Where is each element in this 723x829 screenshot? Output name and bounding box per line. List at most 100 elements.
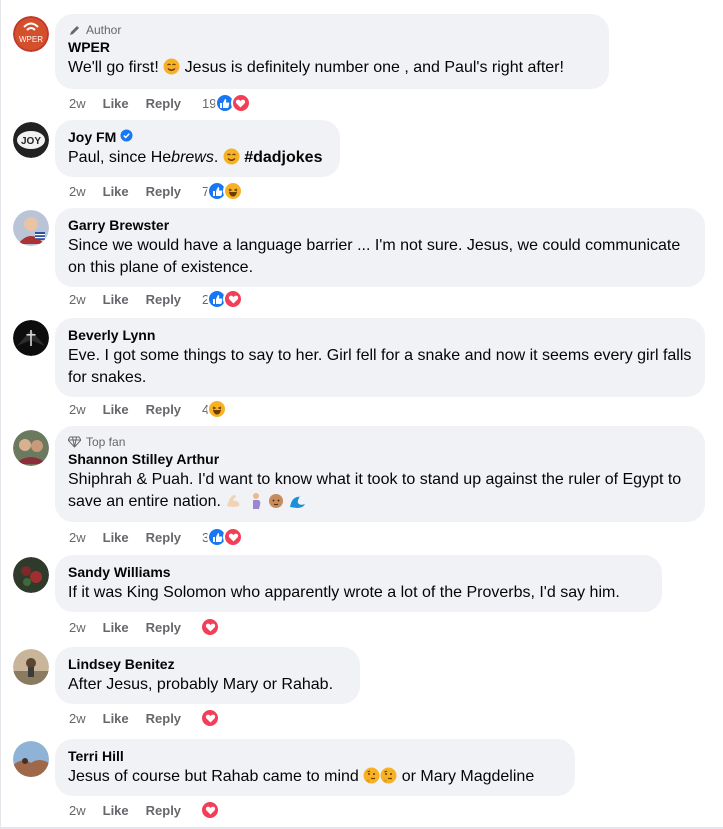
- comment-bubble: Garry Brewster Since we would have a lan…: [55, 208, 705, 287]
- comment-text: Shiphrah & Puah. I'd want to know what i…: [68, 469, 692, 516]
- love-reaction-icon: [223, 289, 244, 309]
- haha-reaction-icon: [207, 399, 228, 419]
- commenter-name[interactable]: WPER: [68, 38, 110, 56]
- comments-page: WPER Author WPER We'll go first! Jesus i…: [0, 0, 723, 829]
- avatar[interactable]: [13, 741, 49, 777]
- reaction-summary[interactable]: 4: [202, 399, 228, 419]
- reaction-summary[interactable]: 3: [202, 527, 244, 547]
- reaction-summary[interactable]: [200, 617, 221, 637]
- comment-text: If it was King Solomon who apparently wr…: [68, 584, 620, 601]
- comment-bubble: Joy FM Paul, since Hebrews. #dadjokes: [55, 120, 340, 177]
- reply-button[interactable]: Reply: [146, 184, 181, 199]
- smiling-face-emoji: [223, 148, 240, 172]
- smiling-face-emoji: [163, 58, 180, 82]
- avatar-text: WPER: [19, 35, 43, 44]
- avatar[interactable]: [13, 430, 49, 466]
- reply-button[interactable]: Reply: [146, 803, 181, 818]
- reply-button[interactable]: Reply: [146, 402, 181, 417]
- comment-actions: 2w Like Reply 3: [69, 527, 244, 547]
- reply-button[interactable]: Reply: [146, 96, 181, 111]
- love-reaction-icon: [230, 93, 251, 113]
- avatar[interactable]: [13, 649, 49, 685]
- avatar[interactable]: [13, 557, 49, 593]
- like-button[interactable]: Like: [103, 402, 129, 417]
- comment-text: We'll go first! Jesus is definitely numb…: [68, 57, 596, 82]
- hashtag-link[interactable]: #dadjokes: [244, 149, 322, 166]
- thinking-face-emoji: [363, 767, 380, 791]
- comment-bubble: Author WPER We'll go first! Jesus is def…: [55, 14, 609, 89]
- comment-timestamp[interactable]: 2w: [69, 184, 86, 199]
- author-badge: Author: [68, 22, 596, 38]
- avatar[interactable]: WPER: [13, 16, 49, 52]
- reaction-summary[interactable]: 19: [202, 93, 251, 113]
- comment-actions: 2w Like Reply 4: [69, 399, 228, 419]
- comment-bubble: Lindsey Benitez After Jesus, probably Ma…: [55, 647, 360, 704]
- avatar[interactable]: [13, 210, 49, 246]
- like-button[interactable]: Like: [103, 530, 129, 545]
- love-reaction-icon: [200, 708, 221, 728]
- comment-actions: 2w Like Reply: [69, 708, 221, 728]
- avatar-text: JOY: [21, 136, 41, 147]
- commenter-name[interactable]: Terri Hill: [68, 747, 124, 765]
- diamond-icon: [68, 436, 81, 448]
- badge-label: Author: [86, 23, 122, 37]
- comment-text-part: We'll go first!: [68, 59, 164, 76]
- reply-button[interactable]: Reply: [146, 620, 181, 635]
- love-reaction-icon: [200, 617, 221, 637]
- comment-text: Paul, since Hebrews. #dadjokes: [68, 147, 327, 172]
- comment-text-italic: brews: [171, 149, 214, 166]
- pencil-icon: [68, 24, 81, 37]
- comment-bubble: Sandy Williams If it was King Solomon wh…: [55, 555, 662, 612]
- commenter-name[interactable]: Shannon Stilley Arthur: [68, 450, 219, 468]
- like-button[interactable]: Like: [103, 620, 129, 635]
- flexed-biceps-emoji: [225, 492, 243, 516]
- comment-timestamp[interactable]: 2w: [69, 292, 86, 307]
- comment-bubble: Terri Hill Jesus of course but Rahab cam…: [55, 739, 575, 796]
- avatar[interactable]: [13, 320, 49, 356]
- comment-timestamp[interactable]: 2w: [69, 620, 86, 635]
- commenter-name[interactable]: Lindsey Benitez: [68, 655, 175, 673]
- love-reaction-icon: [223, 527, 244, 547]
- comment-text-part: .: [213, 149, 223, 166]
- commenter-name[interactable]: Joy FM: [68, 128, 116, 146]
- left-border: [0, 0, 1, 829]
- like-button[interactable]: Like: [103, 711, 129, 726]
- like-button[interactable]: Like: [103, 292, 129, 307]
- badge-label: Top fan: [86, 435, 126, 449]
- comment-timestamp[interactable]: 2w: [69, 96, 86, 111]
- reply-button[interactable]: Reply: [146, 292, 181, 307]
- haha-reaction-icon: [223, 181, 244, 201]
- comment-text-part: Jesus is definitely number one , and Pau…: [180, 59, 564, 76]
- like-button[interactable]: Like: [103, 184, 129, 199]
- love-reaction-icon: [200, 800, 221, 820]
- comment-text: Jesus of course but Rahab came to mind o…: [68, 766, 562, 791]
- baby-emoji: [268, 492, 284, 516]
- avatar[interactable]: JOY: [13, 122, 49, 158]
- comment-timestamp[interactable]: 2w: [69, 402, 86, 417]
- reply-button[interactable]: Reply: [146, 530, 181, 545]
- comment-actions: 2w Like Reply: [69, 800, 221, 820]
- comment-actions: 2w Like Reply: [69, 617, 221, 637]
- comment-text: After Jesus, probably Mary or Rahab.: [68, 676, 334, 693]
- commenter-name[interactable]: Sandy Williams: [68, 563, 171, 581]
- commenter-name[interactable]: Beverly Lynn: [68, 326, 155, 344]
- commenter-name[interactable]: Garry Brewster: [68, 216, 169, 234]
- top-fan-badge: Top fan: [68, 434, 692, 450]
- reply-button[interactable]: Reply: [146, 711, 181, 726]
- comment-timestamp[interactable]: 2w: [69, 803, 86, 818]
- reaction-summary[interactable]: 7: [202, 181, 244, 201]
- comment-text-part: Shiphrah & Puah. I'd want to know what i…: [68, 471, 682, 510]
- comment-actions: 2w Like Reply 2: [69, 289, 244, 309]
- comment-actions: 2w Like Reply 19: [69, 93, 251, 113]
- reaction-summary[interactable]: 2: [202, 289, 244, 309]
- reaction-summary[interactable]: [200, 800, 221, 820]
- pregnant-woman-emoji: [248, 492, 264, 516]
- thinking-face-emoji: [380, 767, 397, 791]
- reaction-summary[interactable]: [200, 708, 221, 728]
- comment-timestamp[interactable]: 2w: [69, 711, 86, 726]
- comment-timestamp[interactable]: 2w: [69, 530, 86, 545]
- like-button[interactable]: Like: [103, 803, 129, 818]
- comment-bubble: Top fan Shannon Stilley Arthur Shiphrah …: [55, 426, 705, 522]
- comment-text-part: Paul, since He: [68, 149, 172, 166]
- like-button[interactable]: Like: [103, 96, 129, 111]
